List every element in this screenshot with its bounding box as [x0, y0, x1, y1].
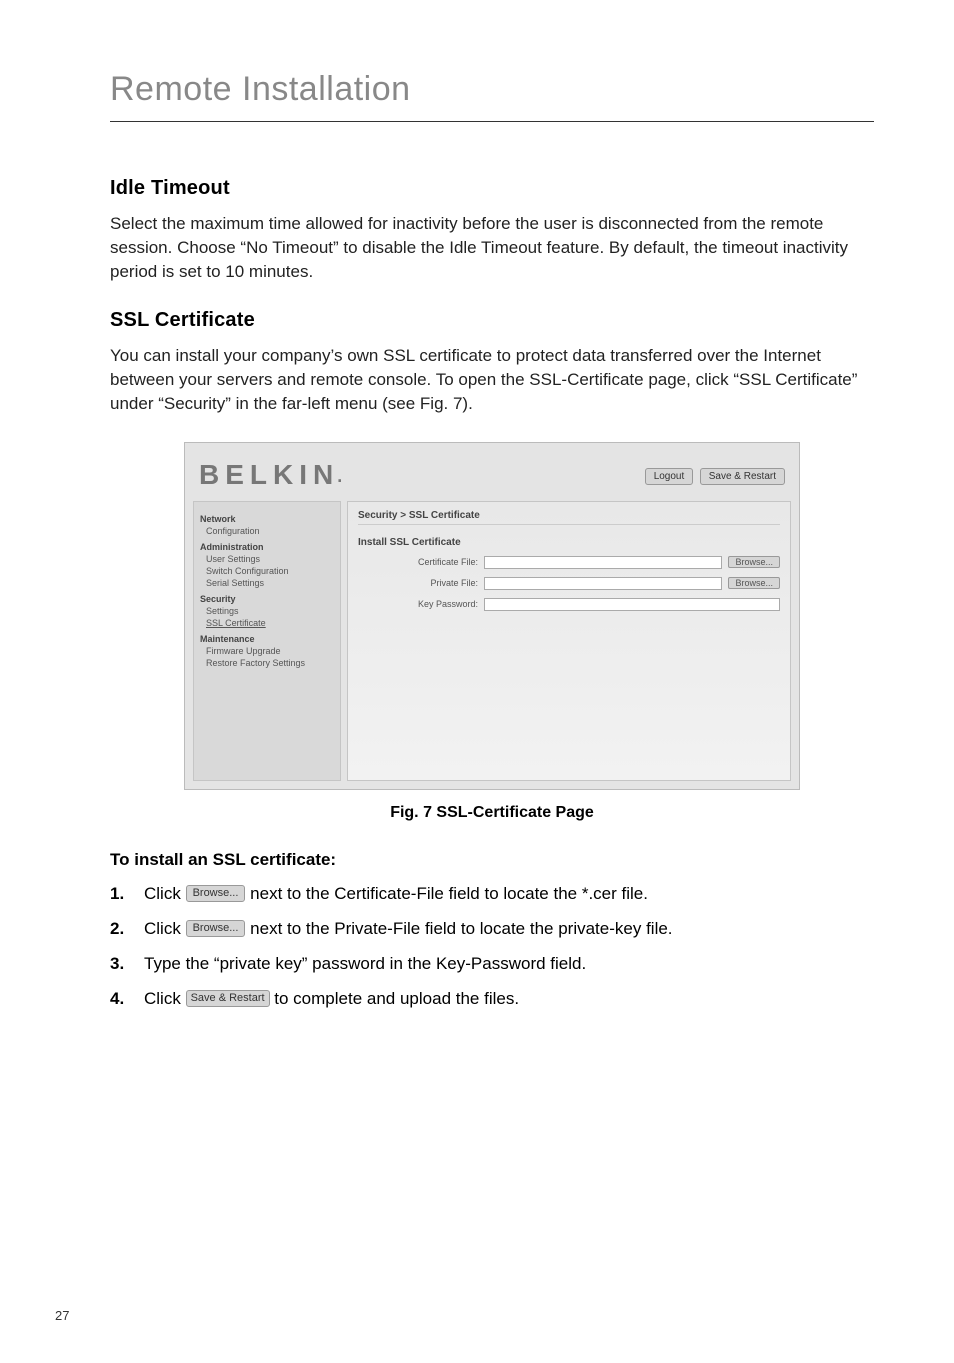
screenshot-ssl-page: BELKIN. Logout Save & Restart Network Co…	[184, 442, 800, 790]
sidebar: Network Configuration Administration Use…	[193, 501, 341, 781]
private-file-input[interactable]	[484, 577, 722, 590]
sidebar-item-configuration[interactable]: Configuration	[206, 526, 334, 536]
step-1-text-a: Click	[144, 884, 186, 903]
step-4-number: 4.	[110, 985, 144, 1012]
sidebar-item-restore-factory[interactable]: Restore Factory Settings	[206, 658, 334, 668]
private-file-browse-button[interactable]: Browse...	[728, 577, 780, 589]
step-3: 3. Type the “private key” password in th…	[110, 950, 874, 977]
private-file-label: Private File:	[358, 578, 478, 588]
step-2-text-b: next to the Private-File field to locate…	[250, 919, 672, 938]
figure-caption: Fig. 7 SSL-Certificate Page	[110, 804, 874, 822]
browse-button-inline-2[interactable]: Browse...	[186, 920, 246, 937]
sidebar-item-firmware-upgrade[interactable]: Firmware Upgrade	[206, 646, 334, 656]
screenshot-header: BELKIN. Logout Save & Restart	[193, 451, 791, 501]
page-number: 27	[55, 1308, 69, 1323]
step-1: 1. Click Browse... next to the Certifica…	[110, 880, 874, 907]
step-4: 4. Click Save & Restart to complete and …	[110, 985, 874, 1012]
step-2-text-a: Click	[144, 919, 186, 938]
sidebar-item-user-settings[interactable]: User Settings	[206, 554, 334, 564]
idle-timeout-heading: Idle Timeout	[110, 177, 874, 200]
row-certificate-file: Certificate File: Browse...	[358, 556, 780, 569]
ssl-certificate-paragraph: You can install your company’s own SSL c…	[110, 344, 874, 415]
browse-button-inline-1[interactable]: Browse...	[186, 885, 246, 902]
sidebar-group-network: Network	[200, 514, 334, 524]
sidebar-group-maintenance: Maintenance	[200, 634, 334, 644]
certificate-file-input[interactable]	[484, 556, 722, 569]
row-key-password: Key Password:	[358, 598, 780, 611]
step-4-text-a: Click	[144, 989, 186, 1008]
step-1-text-b: next to the Certificate-File field to lo…	[250, 884, 648, 903]
figure: BELKIN. Logout Save & Restart Network Co…	[110, 442, 874, 822]
save-restart-button-inline[interactable]: Save & Restart	[186, 990, 270, 1007]
step-2: 2. Click Browse... next to the Private-F…	[110, 915, 874, 942]
idle-timeout-paragraph: Select the maximum time allowed for inac…	[110, 212, 874, 283]
sidebar-item-settings[interactable]: Settings	[206, 606, 334, 616]
ssl-certificate-heading: SSL Certificate	[110, 309, 874, 332]
save-restart-button[interactable]: Save & Restart	[700, 468, 785, 485]
step-3-number: 3.	[110, 950, 144, 977]
certificate-file-label: Certificate File:	[358, 557, 478, 567]
logout-button[interactable]: Logout	[645, 468, 694, 485]
content-subtitle: Install SSL Certificate	[358, 537, 780, 548]
sidebar-item-switch-configuration[interactable]: Switch Configuration	[206, 566, 334, 576]
step-1-number: 1.	[110, 880, 144, 907]
brand-logo: BELKIN.	[199, 459, 344, 491]
step-2-number: 2.	[110, 915, 144, 942]
sidebar-group-security: Security	[200, 594, 334, 604]
sidebar-item-ssl-certificate[interactable]: SSL Certificate	[206, 618, 334, 628]
steps-title: To install an SSL certificate:	[110, 850, 874, 870]
content-panel: Security > SSL Certificate Install SSL C…	[347, 501, 791, 781]
sidebar-item-serial-settings[interactable]: Serial Settings	[206, 578, 334, 588]
key-password-label: Key Password:	[358, 599, 478, 609]
brand-dot: .	[337, 466, 342, 486]
row-private-file: Private File: Browse...	[358, 577, 780, 590]
certificate-file-browse-button[interactable]: Browse...	[728, 556, 780, 568]
page-title: Remote Installation	[110, 70, 874, 122]
step-4-text-b: to complete and upload the files.	[274, 989, 519, 1008]
step-3-text: Type the “private key” password in the K…	[144, 950, 586, 977]
key-password-input[interactable]	[484, 598, 780, 611]
breadcrumb: Security > SSL Certificate	[358, 510, 780, 525]
sidebar-group-administration: Administration	[200, 542, 334, 552]
brand-text: BELKIN	[199, 459, 339, 490]
steps-list: 1. Click Browse... next to the Certifica…	[110, 880, 874, 1013]
